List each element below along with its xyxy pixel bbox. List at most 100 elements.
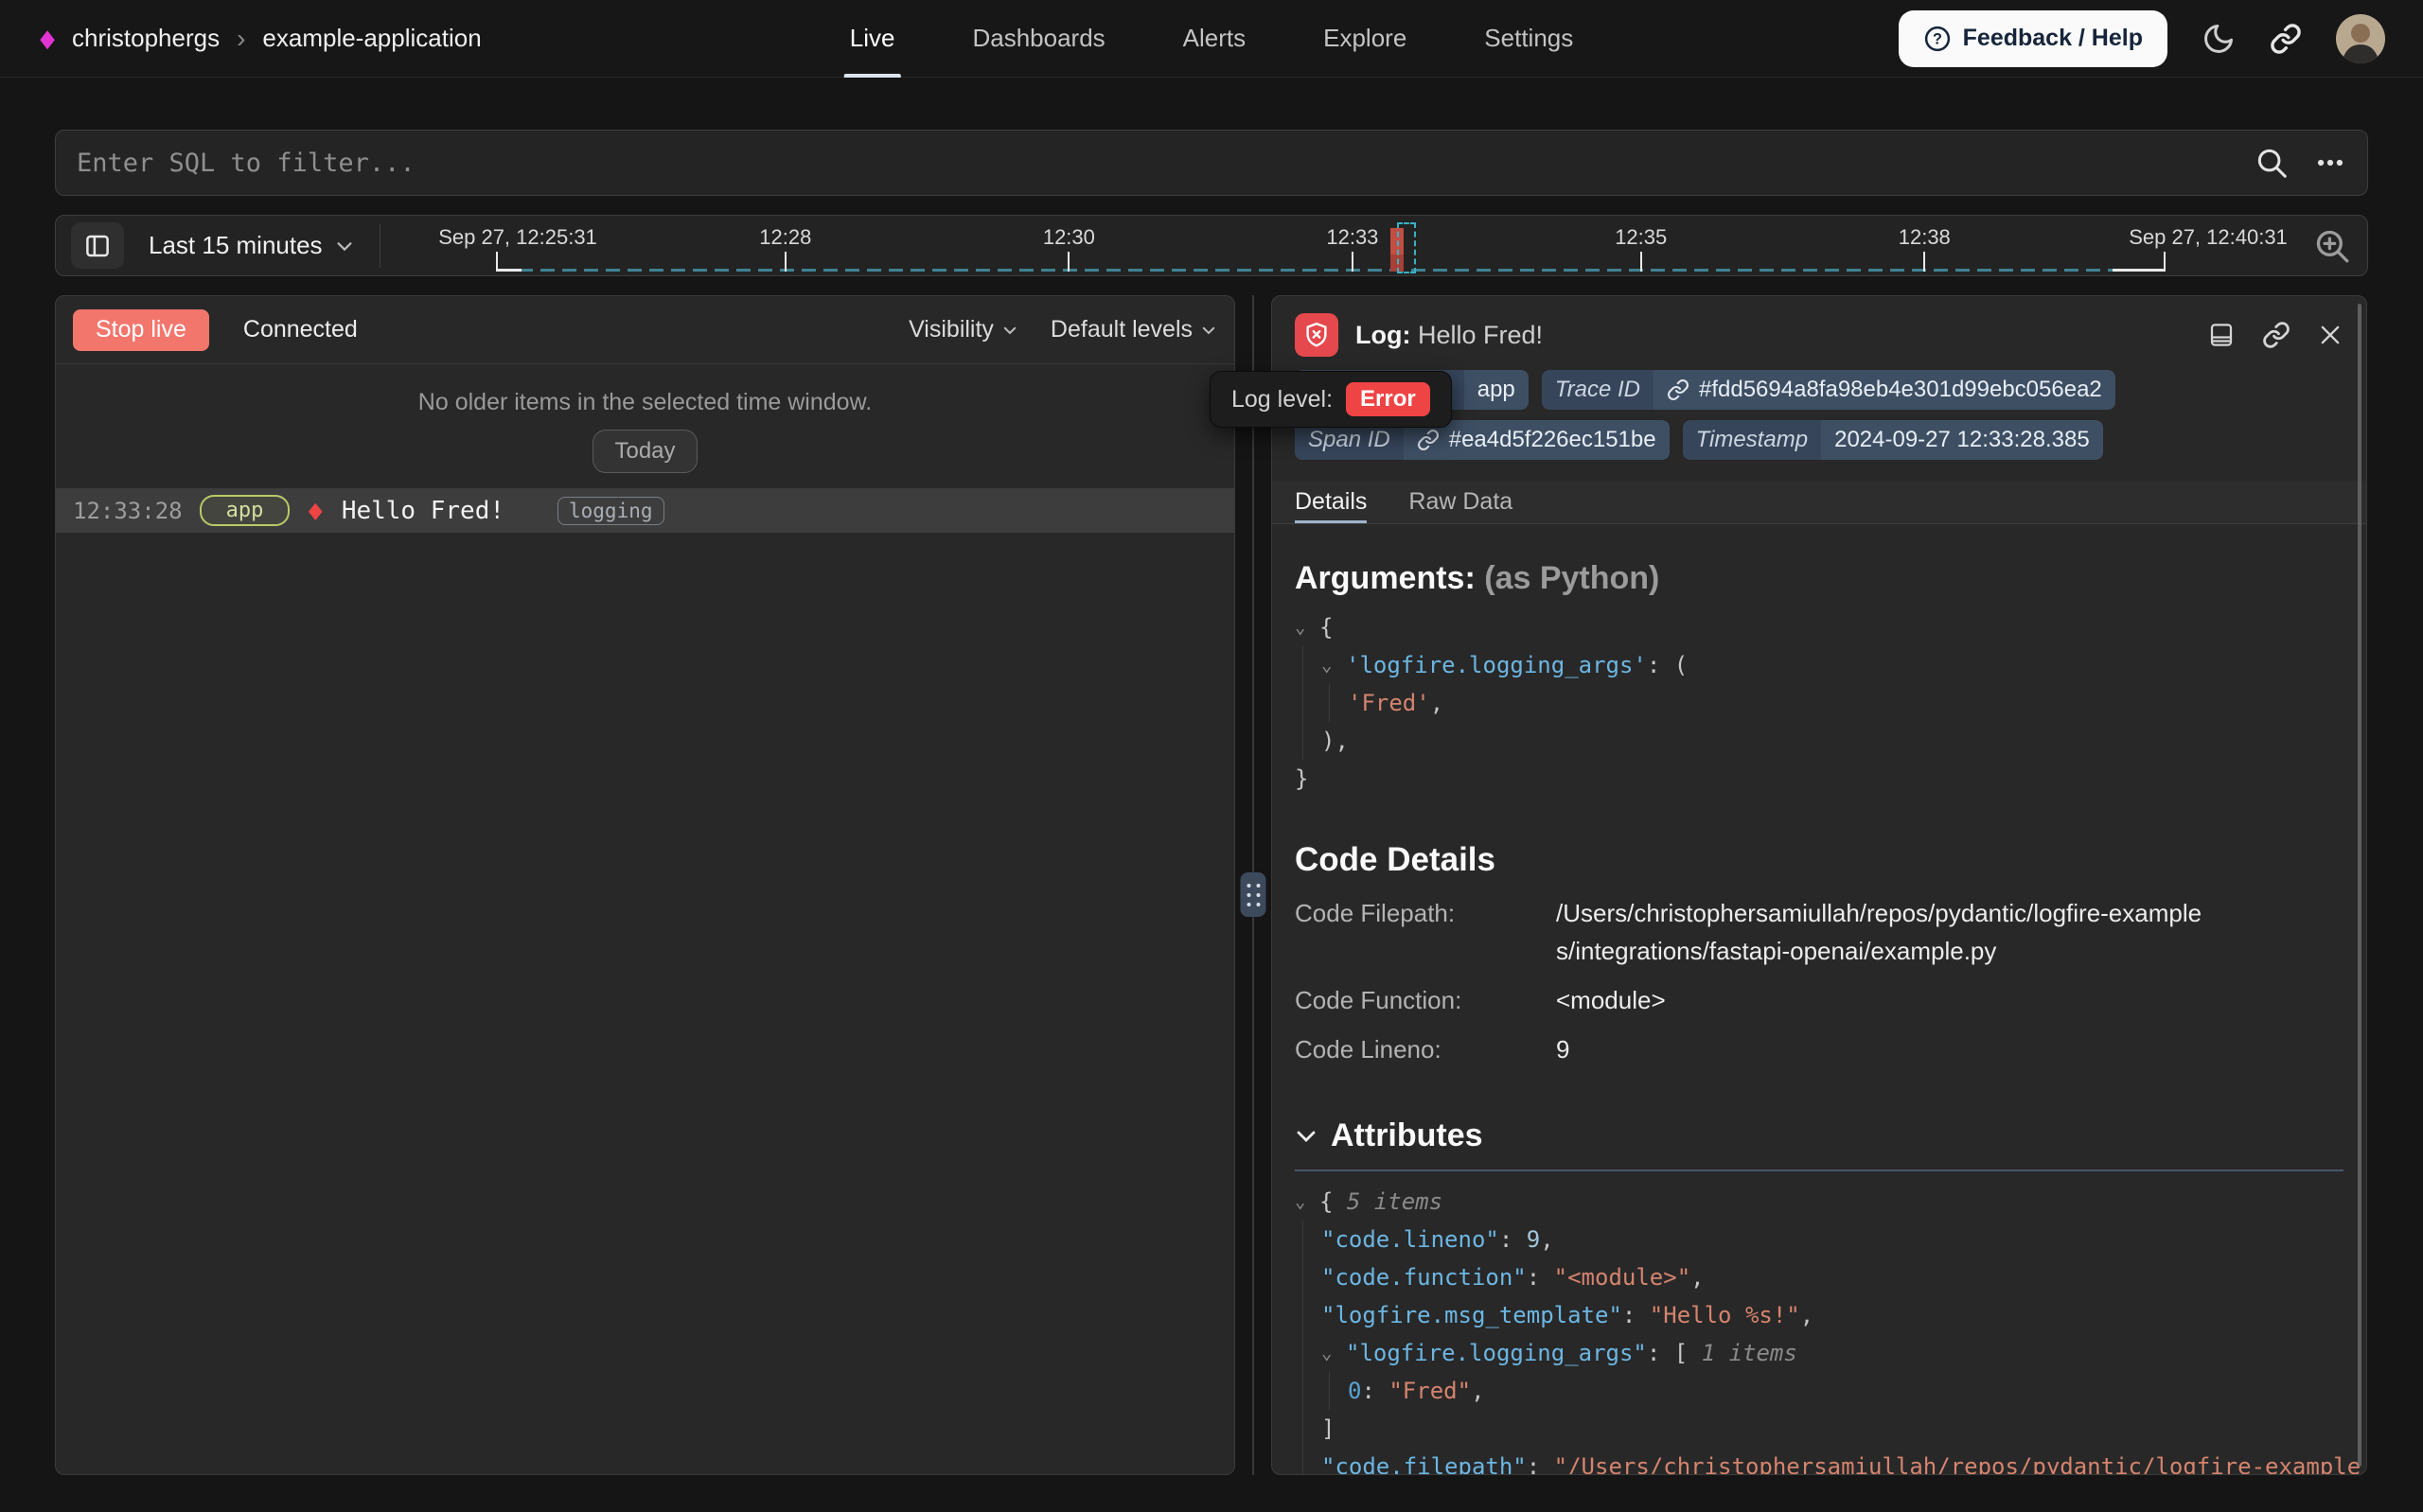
arguments-heading: Arguments: (as Python) — [1295, 560, 2343, 597]
time-range-bar: Last 15 minutes Sep 27, 12:25:3112:2812:… — [55, 215, 2368, 276]
today-button[interactable]: Today — [592, 430, 697, 473]
marker-selection-outline — [1397, 222, 1416, 273]
trace-id-label: Trace ID — [1542, 370, 1654, 410]
attributes-code-block[interactable]: ⌄{ 5 items"code.lineno": 9,"code.functio… — [1295, 1183, 2343, 1474]
chevron-down-icon — [334, 236, 355, 256]
empty-window-message: No older items in the selected time wind… — [56, 389, 1234, 416]
main-content: Last 15 minutes Sep 27, 12:25:3112:2812:… — [0, 130, 2423, 1475]
close-icon — [2317, 322, 2343, 348]
nav-tab-dashboards[interactable]: Dashboards — [972, 0, 1105, 78]
avatar-photo — [2336, 14, 2385, 63]
default-levels-dropdown[interactable]: Default levels — [1051, 316, 1217, 343]
timeline-dashed-track — [497, 269, 2165, 272]
splitter-drag-handle[interactable] — [1241, 872, 1266, 917]
scope-tag[interactable]: logging — [557, 497, 664, 525]
sql-bar-icons — [2254, 145, 2346, 181]
code-details-table: Code Filepath: /Users/christophersamiull… — [1295, 894, 2343, 1068]
link-icon — [2262, 321, 2290, 349]
timeline[interactable]: Sep 27, 12:25:3112:2812:3012:3312:3512:3… — [497, 216, 2165, 275]
link-icon — [1667, 378, 1689, 401]
connection-status: Connected — [243, 316, 358, 343]
arguments-subtitle: (as Python) — [1484, 560, 1659, 596]
breadcrumb-org[interactable]: christophergs — [72, 24, 220, 53]
search-icon[interactable] — [2254, 145, 2290, 181]
attributes-title: Attributes — [1331, 1117, 1483, 1154]
zoom-in-icon — [2312, 226, 2352, 266]
sql-filter-input[interactable] — [77, 149, 2254, 178]
timestamp-label: Timestamp — [1683, 420, 1821, 460]
detail-scrollbar[interactable] — [2358, 304, 2361, 1467]
tab-raw-data[interactable]: Raw Data — [1408, 481, 1512, 523]
close-detail-button[interactable] — [2317, 322, 2343, 348]
chevron-down-icon — [1295, 1125, 1318, 1148]
default-levels-label: Default levels — [1051, 316, 1193, 343]
nav-tab-alerts[interactable]: Alerts — [1183, 0, 1246, 78]
feedback-help-button[interactable]: ? Feedback / Help — [1899, 10, 2167, 67]
service-tag[interactable]: app — [200, 495, 291, 526]
error-level-diamond-icon: ◆ — [309, 497, 323, 524]
stop-live-button[interactable]: Stop live — [73, 309, 209, 351]
copy-link-button[interactable] — [2270, 23, 2302, 55]
code-filepath-label: Code Filepath: — [1295, 894, 1556, 970]
error-shield-icon — [1295, 313, 1338, 357]
copy-log-link-button[interactable] — [2262, 321, 2290, 349]
arguments-code-block[interactable]: ⌄{⌄'logfire.logging_args': ('Fred',),} — [1295, 608, 2343, 798]
primary-nav: Live Dashboards Alerts Explore Settings — [850, 0, 1573, 78]
code-function-value: <module> — [1556, 981, 2219, 1019]
code-lineno-label: Code Lineno: — [1295, 1030, 1556, 1068]
user-avatar[interactable] — [2336, 14, 2385, 63]
panel-left-icon — [83, 232, 112, 260]
chevron-down-icon — [1200, 322, 1217, 339]
sql-filter-bar — [55, 130, 2368, 196]
logfire-logo-icon[interactable]: ◆ — [40, 24, 55, 53]
link-icon — [2270, 23, 2302, 55]
log-row-selected[interactable]: 12:33:28 app ◆ Hello Fred! logging — [56, 488, 1234, 533]
timeline-start-cap — [497, 269, 522, 272]
code-filepath-value: /Users/christophersamiullah/repos/pydant… — [1556, 894, 2219, 970]
top-nav: ◆ christophergs › example-application Li… — [0, 0, 2423, 78]
detail-title: Log: Hello Fred! — [1355, 321, 1543, 350]
nav-tab-settings[interactable]: Settings — [1484, 0, 1573, 78]
error-level-badge: Error — [1346, 382, 1430, 416]
more-options-icon[interactable] — [2314, 147, 2346, 179]
log-timestamp: 12:33:28 — [73, 498, 183, 524]
question-circle-icon: ? — [1923, 25, 1952, 53]
breadcrumb: ◆ christophergs › example-application — [38, 24, 482, 54]
timeline-end-cap — [2113, 269, 2165, 272]
detail-header: Log: Hello Fred! — [1272, 296, 2366, 366]
timeline-zoom-button[interactable] — [2312, 226, 2352, 266]
live-panel-header: Stop live Connected Visibility Default l… — [56, 296, 1234, 364]
detail-header-actions — [2207, 321, 2343, 349]
nav-tab-live[interactable]: Live — [850, 0, 895, 78]
timestamp-value: 2024-09-27 12:33:28.385 — [1821, 420, 2103, 460]
detail-title-kind: Log: — [1355, 321, 1410, 349]
trace-id-badge[interactable]: Trace ID #fdd5694a8fa98eb4e301d99ebc056e… — [1542, 370, 2115, 410]
dock-panel-button[interactable] — [2207, 321, 2236, 349]
code-lineno-value: 9 — [1556, 1030, 2219, 1068]
nav-actions: ? Feedback / Help — [1899, 10, 2385, 67]
code-details-heading: Code Details — [1295, 841, 2343, 879]
attributes-heading[interactable]: Attributes — [1295, 1117, 2343, 1154]
timestamp-badge[interactable]: Timestamp 2024-09-27 12:33:28.385 — [1683, 420, 2103, 460]
workspace-panels: Stop live Connected Visibility Default l… — [55, 295, 2368, 1475]
sidebar-toggle-button[interactable] — [71, 222, 124, 269]
code-function-label: Code Function: — [1295, 981, 1556, 1019]
breadcrumb-project[interactable]: example-application — [262, 24, 481, 53]
panel-splitter — [1235, 295, 1271, 1475]
visibility-dropdown[interactable]: Visibility — [909, 316, 1018, 343]
time-range-dropdown[interactable]: Last 15 minutes — [149, 231, 355, 260]
panel-bottom-icon — [2207, 321, 2236, 349]
moon-icon — [2202, 22, 2236, 56]
nav-tab-explore[interactable]: Explore — [1323, 0, 1406, 78]
live-logs-panel: Stop live Connected Visibility Default l… — [55, 295, 1235, 1475]
arguments-title: Arguments: — [1295, 560, 1476, 596]
visibility-label: Visibility — [909, 316, 994, 343]
theme-toggle-button[interactable] — [2202, 22, 2236, 56]
log-message: Hello Fred! — [342, 497, 504, 525]
link-icon — [1417, 429, 1440, 451]
feedback-help-label: Feedback / Help — [1963, 25, 2143, 52]
trace-id-value: #fdd5694a8fa98eb4e301d99ebc056ea2 — [1699, 377, 2102, 403]
breadcrumb-separator-icon: › — [237, 24, 245, 54]
chevron-down-icon — [1001, 322, 1018, 339]
tab-details[interactable]: Details — [1295, 481, 1367, 523]
